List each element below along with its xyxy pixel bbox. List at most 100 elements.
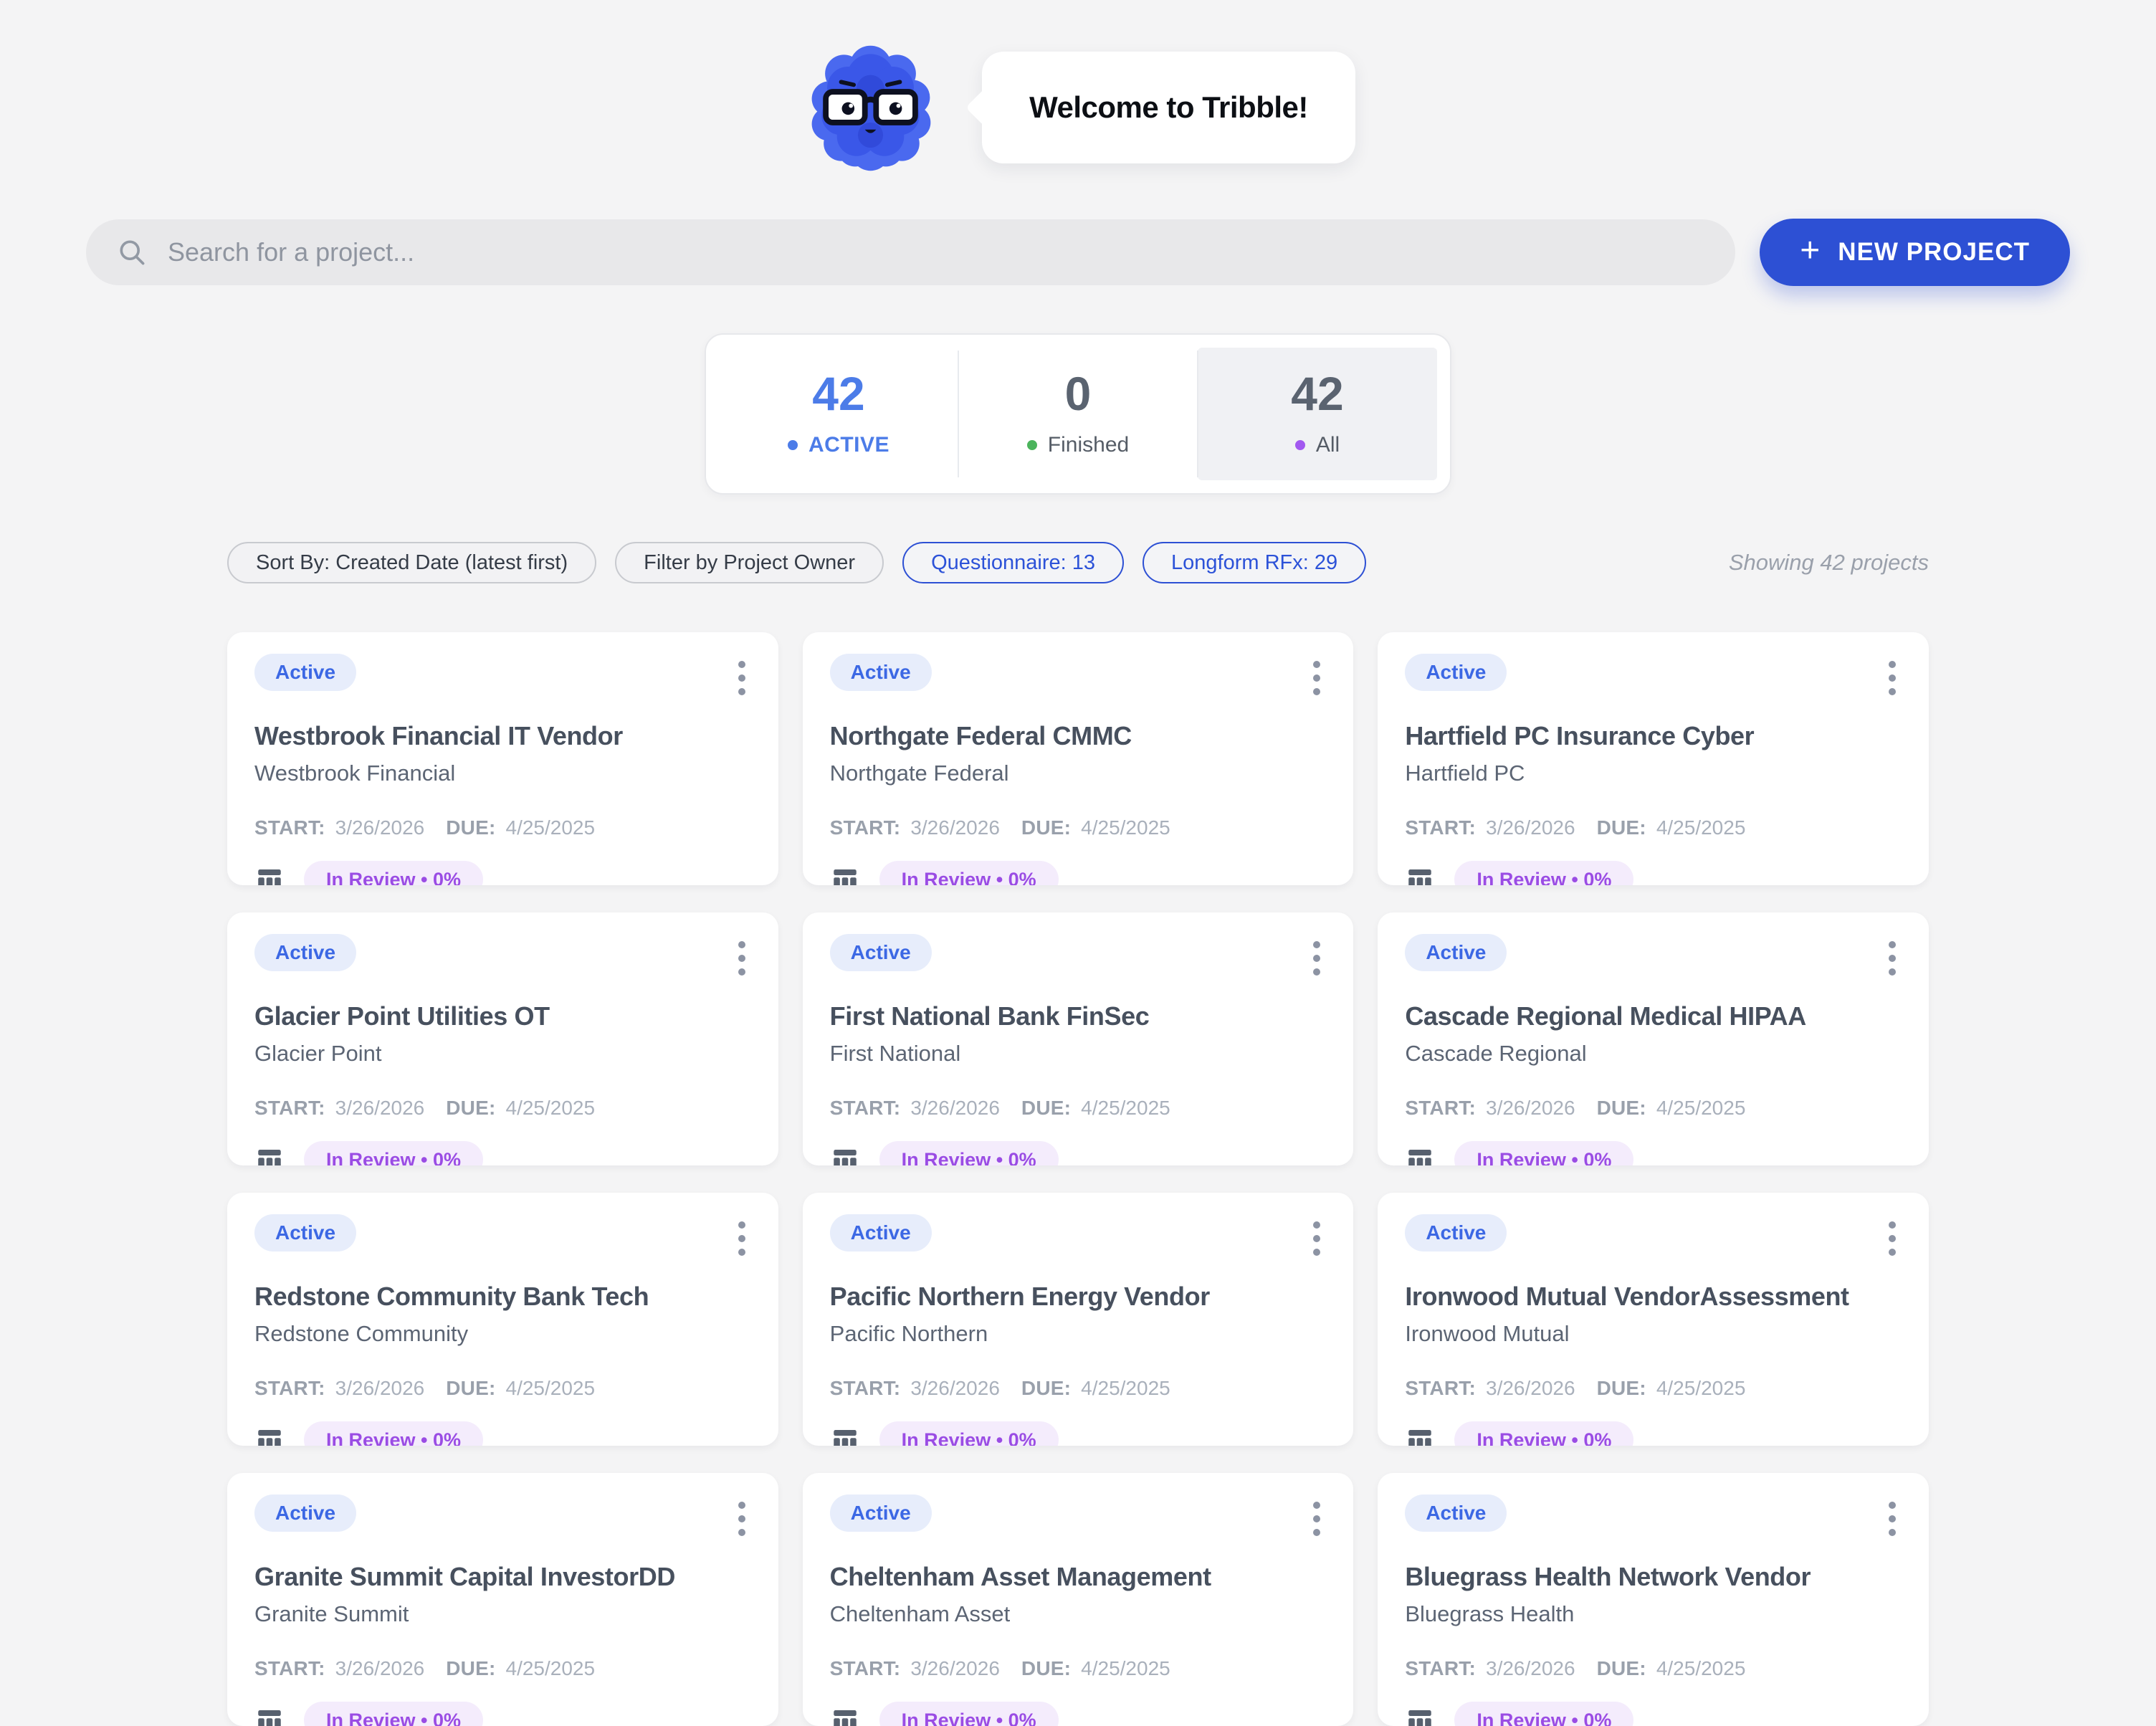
questionnaire-filter-button[interactable]: Questionnaire: 13 — [902, 542, 1124, 583]
due-label: DUE: — [1597, 1097, 1646, 1120]
project-title: Granite Summit Capital InvestorDD — [254, 1562, 751, 1592]
project-card[interactable]: Active Redstone Community Bank Tech Reds… — [227, 1193, 778, 1446]
table-icon — [1405, 1425, 1435, 1446]
project-owner: Bluegrass Health — [1405, 1601, 1902, 1627]
due-label: DUE: — [1597, 1657, 1646, 1680]
project-card[interactable]: Active Northgate Federal CMMC Northgate … — [803, 632, 1354, 885]
project-card[interactable]: Active First National Bank FinSec First … — [803, 912, 1354, 1165]
table-icon — [254, 1425, 285, 1446]
project-card[interactable]: Active Pacific Northern Energy Vendor Pa… — [803, 1193, 1354, 1446]
start-date: 3/26/2026 — [335, 1377, 425, 1400]
start-date: 3/26/2026 — [1486, 816, 1575, 839]
progress-badge: In Review • 0% — [304, 1141, 483, 1165]
project-grid: Active Westbrook Financial IT Vendor Wes… — [227, 632, 1929, 1726]
project-dates: START: 3/26/2026 DUE: 4/25/2025 — [254, 1657, 751, 1680]
project-card[interactable]: Active Glacier Point Utilities OT Glacie… — [227, 912, 778, 1165]
status-badge: Active — [830, 654, 932, 691]
project-title: Cheltenham Asset Management — [830, 1562, 1327, 1592]
project-dates: START: 3/26/2026 DUE: 4/25/2025 — [830, 1097, 1327, 1120]
due-label: DUE: — [1021, 1377, 1071, 1400]
search-icon — [116, 237, 148, 268]
stat-active-value: 42 — [719, 369, 958, 419]
due-label: DUE: — [1021, 1657, 1071, 1680]
kebab-menu-icon[interactable] — [1883, 934, 1902, 983]
project-card[interactable]: Active Granite Summit Capital InvestorDD… — [227, 1473, 778, 1726]
status-badge: Active — [830, 934, 932, 971]
start-date: 3/26/2026 — [335, 816, 425, 839]
due-label: DUE: — [1021, 1097, 1071, 1120]
start-date: 3/26/2026 — [1486, 1097, 1575, 1120]
start-label: START: — [1405, 816, 1476, 839]
project-card[interactable]: Active Cheltenham Asset Management Chelt… — [803, 1473, 1354, 1726]
project-title: Cascade Regional Medical HIPAA — [1405, 1001, 1902, 1031]
table-icon — [254, 1145, 285, 1165]
due-date: 4/25/2025 — [1656, 1657, 1746, 1680]
start-label: START: — [1405, 1657, 1476, 1680]
project-card[interactable]: Active Bluegrass Health Network Vendor B… — [1378, 1473, 1929, 1726]
start-date: 3/26/2026 — [910, 816, 1000, 839]
project-owner: Northgate Federal — [830, 761, 1327, 786]
search-input[interactable] — [166, 237, 1705, 268]
status-badge: Active — [254, 1214, 356, 1251]
due-label: DUE: — [446, 1657, 495, 1680]
welcome-speech-bubble: Welcome to Tribble! — [982, 52, 1355, 163]
start-label: START: — [254, 1377, 325, 1400]
due-date: 4/25/2025 — [1081, 1097, 1170, 1120]
kebab-menu-icon[interactable] — [1307, 934, 1326, 983]
search-row: + NEW PROJECT — [86, 219, 2070, 286]
kebab-menu-icon[interactable] — [733, 934, 751, 983]
project-title: Northgate Federal CMMC — [830, 721, 1327, 751]
table-icon — [254, 1705, 285, 1726]
status-badge: Active — [1405, 1214, 1507, 1251]
stat-all-label: All — [1316, 433, 1340, 457]
kebab-menu-icon[interactable] — [733, 654, 751, 702]
search-bar[interactable] — [86, 219, 1735, 285]
table-icon — [830, 864, 860, 885]
status-badge: Active — [254, 1494, 356, 1532]
table-icon — [1405, 1705, 1435, 1726]
project-card[interactable]: Active Ironwood Mutual VendorAssessment … — [1378, 1193, 1929, 1446]
project-card[interactable]: Active Westbrook Financial IT Vendor Wes… — [227, 632, 778, 885]
due-date: 4/25/2025 — [506, 1377, 596, 1400]
projects-dashboard: Welcome to Tribble! + NEW PROJECT 42 ACT… — [0, 0, 2156, 1618]
start-date: 3/26/2026 — [910, 1377, 1000, 1400]
project-dates: START: 3/26/2026 DUE: 4/25/2025 — [254, 1377, 751, 1400]
project-dates: START: 3/26/2026 DUE: 4/25/2025 — [1405, 1377, 1902, 1400]
new-project-button[interactable]: + NEW PROJECT — [1760, 219, 2070, 286]
finished-dot-icon — [1027, 440, 1037, 450]
kebab-menu-icon[interactable] — [733, 1494, 751, 1543]
sort-by-button[interactable]: Sort By: Created Date (latest first) — [227, 542, 596, 583]
kebab-menu-icon[interactable] — [1307, 1214, 1326, 1263]
project-owner: Pacific Northern — [830, 1321, 1327, 1347]
stat-all[interactable]: 42 All — [1198, 348, 1437, 480]
kebab-menu-icon[interactable] — [1307, 1494, 1326, 1543]
stat-active[interactable]: 42 ACTIVE — [719, 348, 958, 480]
progress-badge: In Review • 0% — [879, 861, 1059, 885]
kebab-menu-icon[interactable] — [1883, 1494, 1902, 1543]
table-icon — [830, 1705, 860, 1726]
project-title: Ironwood Mutual VendorAssessment — [1405, 1282, 1902, 1312]
project-owner: Cascade Regional — [1405, 1041, 1902, 1067]
stat-finished-label: Finished — [1048, 433, 1129, 457]
filter-row: Sort By: Created Date (latest first) Fil… — [227, 542, 1929, 583]
kebab-menu-icon[interactable] — [1883, 654, 1902, 702]
kebab-menu-icon[interactable] — [1883, 1214, 1902, 1263]
start-label: START: — [830, 816, 901, 839]
longform-rfx-filter-button[interactable]: Longform RFx: 29 — [1143, 542, 1366, 583]
due-date: 4/25/2025 — [506, 816, 596, 839]
project-title: Pacific Northern Energy Vendor — [830, 1282, 1327, 1312]
start-label: START: — [1405, 1377, 1476, 1400]
kebab-menu-icon[interactable] — [1307, 654, 1326, 702]
project-title: Redstone Community Bank Tech — [254, 1282, 751, 1312]
project-owner: Glacier Point — [254, 1041, 751, 1067]
project-stats-card: 42 ACTIVE 0 Finished 42 All — [705, 333, 1451, 495]
stat-finished[interactable]: 0 Finished — [958, 348, 1198, 480]
filter-owner-button[interactable]: Filter by Project Owner — [615, 542, 884, 583]
project-title: Westbrook Financial IT Vendor — [254, 721, 751, 751]
kebab-menu-icon[interactable] — [733, 1214, 751, 1263]
project-card[interactable]: Active Hartfield PC Insurance Cyber Hart… — [1378, 632, 1929, 885]
progress-badge: In Review • 0% — [879, 1421, 1059, 1446]
project-card[interactable]: Active Cascade Regional Medical HIPAA Ca… — [1378, 912, 1929, 1165]
project-dates: START: 3/26/2026 DUE: 4/25/2025 — [254, 1097, 751, 1120]
status-badge: Active — [830, 1494, 932, 1532]
